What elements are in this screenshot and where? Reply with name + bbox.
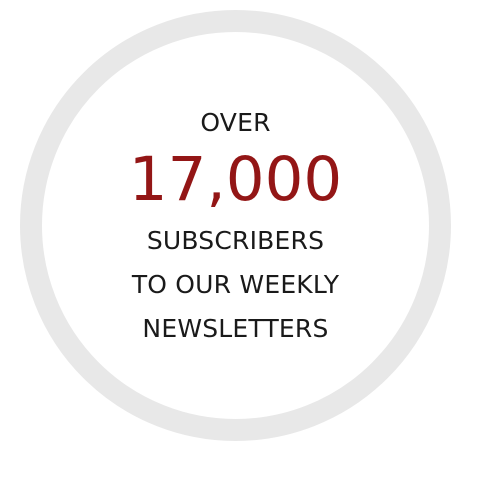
- stat-line-subscribers: SUBSCRIBERS: [146, 225, 325, 255]
- stat-content: OVER 17,000 SUBSCRIBERS TO OUR WEEKLY NE…: [20, 10, 451, 441]
- subscriber-stat-card: OVER 17,000 SUBSCRIBERS TO OUR WEEKLY NE…: [0, 0, 485, 485]
- stat-line-newsletters: NEWSLETTERS: [142, 313, 329, 343]
- stat-prefix: OVER: [200, 107, 271, 137]
- stat-line-weekly: TO OUR WEEKLY: [131, 269, 340, 299]
- stat-number: 17,000: [128, 143, 343, 215]
